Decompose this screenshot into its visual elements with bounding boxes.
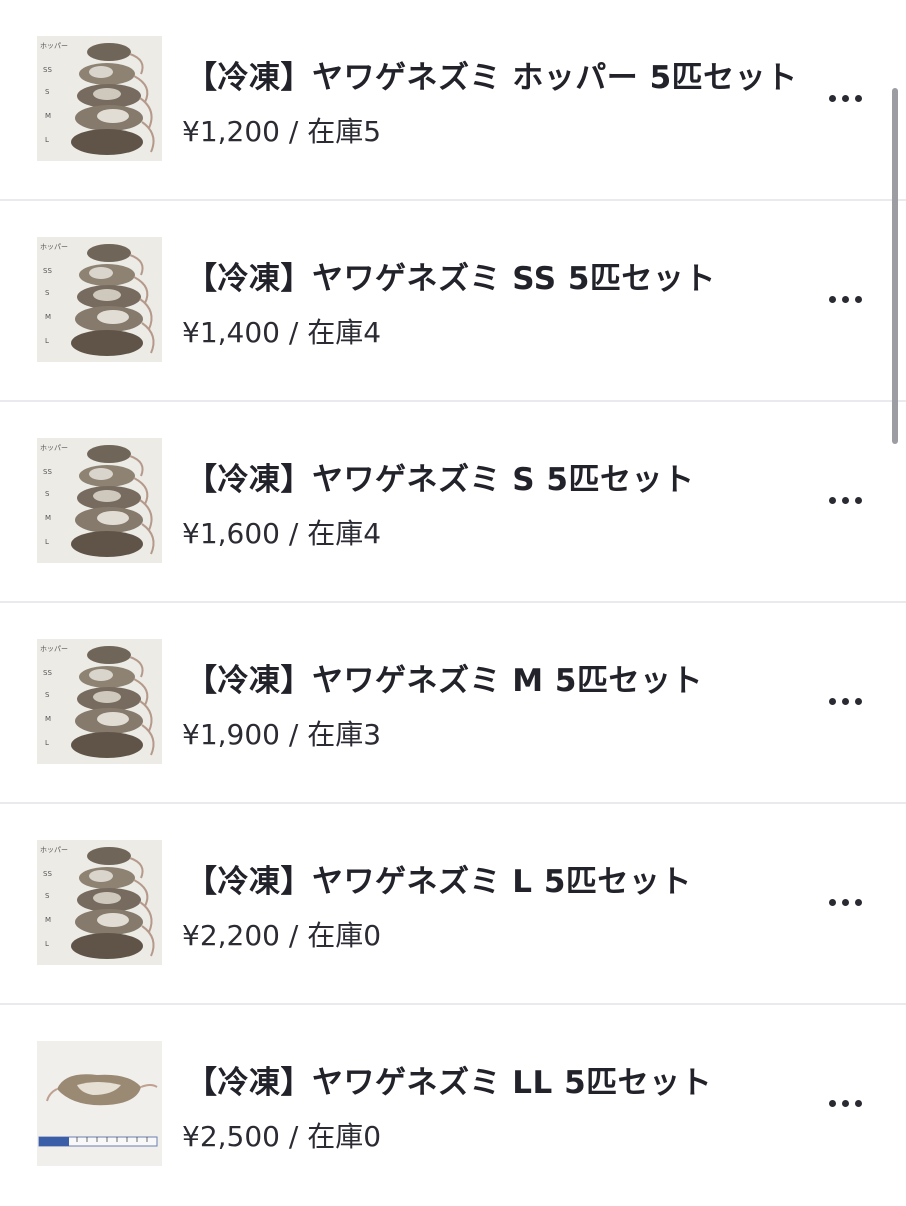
more-options-button[interactable]: [818, 480, 872, 520]
mice-size-comparison-image: ホッパー SS S M L: [37, 840, 162, 965]
image-label: ホッパー: [40, 645, 68, 653]
product-price-stock: ¥1,900 / 在庫3: [182, 718, 382, 751]
product-title[interactable]: 【冷凍】ヤワゲネズミ LL 5匹セット: [186, 1057, 712, 1102]
image-label: L: [45, 940, 49, 948]
product-row[interactable]: ホッパー SS S M L 【冷凍】ヤワゲネズミ M 5匹セット ¥1,900: [0, 603, 906, 804]
image-label: S: [45, 892, 50, 900]
product-title[interactable]: 【冷凍】ヤワゲネズミ M 5匹セット: [186, 655, 703, 700]
product-row[interactable]: ホッパー SS S M L 【冷凍】ヤワゲネズミ ホッパー 5匹セット ¥1,2: [0, 0, 906, 201]
more-options-button[interactable]: [818, 681, 872, 721]
vertical-scrollbar[interactable]: [892, 88, 898, 444]
image-label: SS: [43, 468, 52, 476]
product-row[interactable]: 【冷凍】ヤワゲネズミ LL 5匹セット ¥2,500 / 在庫0: [0, 1005, 906, 1206]
image-label: ホッパー: [40, 42, 68, 50]
image-label: L: [45, 136, 49, 144]
mice-size-comparison-image: ホッパー SS S M L: [37, 438, 162, 563]
mice-size-comparison-image: ホッパー SS S M L: [37, 639, 162, 764]
more-options-button[interactable]: [818, 882, 872, 922]
product-title[interactable]: 【冷凍】ヤワゲネズミ L 5匹セット: [186, 856, 692, 901]
ellipsis-horizontal-icon: [828, 496, 836, 504]
product-thumbnail[interactable]: ホッパー SS S M L: [37, 438, 162, 563]
image-label: S: [45, 691, 50, 699]
image-label: S: [45, 490, 50, 498]
ellipsis-horizontal-icon: [828, 1099, 836, 1107]
image-label: M: [45, 112, 51, 120]
image-label: SS: [43, 66, 52, 74]
image-label: L: [45, 337, 49, 345]
product-price-stock: ¥1,200 / 在庫5: [182, 115, 382, 148]
image-label: SS: [43, 669, 52, 677]
product-thumbnail[interactable]: ホッパー SS S M L: [37, 639, 162, 764]
ellipsis-horizontal-icon: [828, 898, 836, 906]
product-list: ホッパー SS S M L 【冷凍】ヤワゲネズミ ホッパー 5匹セット ¥1,2: [0, 0, 906, 1206]
product-title[interactable]: 【冷凍】ヤワゲネズミ ホッパー 5匹セット: [186, 52, 798, 97]
product-thumbnail[interactable]: [37, 1041, 162, 1166]
product-thumbnail[interactable]: ホッパー SS S M L: [37, 36, 162, 161]
ellipsis-horizontal-icon: [828, 697, 836, 705]
image-label: ホッパー: [40, 846, 68, 854]
product-row[interactable]: ホッパー SS S M L 【冷凍】ヤワゲネズミ SS 5匹セット ¥1,400: [0, 201, 906, 402]
more-options-button[interactable]: [818, 78, 872, 118]
image-label: S: [45, 88, 50, 96]
product-price-stock: ¥2,200 / 在庫0: [182, 919, 382, 952]
image-label: L: [45, 538, 49, 546]
product-price-stock: ¥2,500 / 在庫0: [182, 1120, 382, 1153]
product-row[interactable]: ホッパー SS S M L 【冷凍】ヤワゲネズミ S 5匹セット ¥1,600: [0, 402, 906, 603]
more-options-button[interactable]: [818, 1083, 872, 1123]
product-title[interactable]: 【冷凍】ヤワゲネズミ S 5匹セット: [186, 454, 694, 499]
image-label: L: [45, 739, 49, 747]
image-label: SS: [43, 267, 52, 275]
image-label: M: [45, 916, 51, 924]
image-label: S: [45, 289, 50, 297]
image-label: M: [45, 313, 51, 321]
image-label: SS: [43, 870, 52, 878]
image-label: ホッパー: [40, 243, 68, 251]
product-thumbnail[interactable]: ホッパー SS S M L: [37, 237, 162, 362]
image-label: M: [45, 715, 51, 723]
product-title[interactable]: 【冷凍】ヤワゲネズミ SS 5匹セット: [186, 253, 716, 298]
image-label: M: [45, 514, 51, 522]
more-options-button[interactable]: [818, 279, 872, 319]
single-mouse-with-ruler-image: [37, 1041, 162, 1166]
product-price-stock: ¥1,400 / 在庫4: [182, 316, 382, 349]
image-label: ホッパー: [40, 444, 68, 452]
ellipsis-horizontal-icon: [828, 94, 836, 102]
mice-size-comparison-image: ホッパー SS S M L: [37, 237, 162, 362]
ellipsis-horizontal-icon: [828, 295, 836, 303]
product-row[interactable]: ホッパー SS S M L 【冷凍】ヤワゲネズミ L 5匹セット ¥2,200: [0, 804, 906, 1005]
product-price-stock: ¥1,600 / 在庫4: [182, 517, 382, 550]
mice-size-comparison-image: ホッパー SS S M L: [37, 36, 162, 161]
product-thumbnail[interactable]: ホッパー SS S M L: [37, 840, 162, 965]
